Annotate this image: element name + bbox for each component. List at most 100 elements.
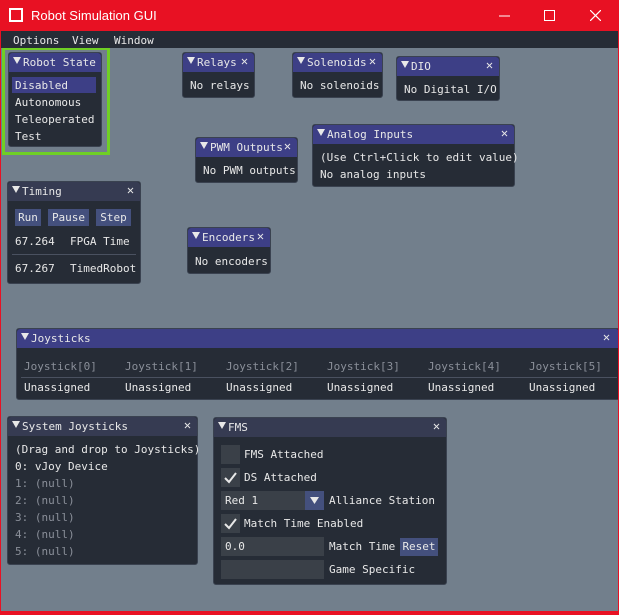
- close-icon[interactable]: ✕: [498, 126, 511, 141]
- relays-panel: Relays ✕ No relays: [182, 52, 255, 98]
- system-joystick-2[interactable]: 2: (null): [15, 494, 75, 507]
- encoders-header[interactable]: Encoders ✕: [188, 228, 270, 247]
- close-icon[interactable]: ✕: [124, 183, 137, 198]
- system-joystick-5[interactable]: 5: (null): [15, 545, 75, 558]
- menu-options[interactable]: Options: [13, 34, 59, 47]
- menu-view[interactable]: View: [72, 34, 99, 47]
- dropdown-button[interactable]: [305, 491, 324, 510]
- collapse-arrow-icon[interactable]: [12, 186, 20, 193]
- panel-title: PWM Outputs: [210, 141, 283, 154]
- game-specific-input[interactable]: [221, 560, 324, 579]
- joysticks-header[interactable]: Joysticks ✕: [17, 329, 618, 348]
- collapse-arrow-icon[interactable]: [21, 333, 29, 340]
- solenoids-header[interactable]: Solenoids ✕: [293, 53, 382, 72]
- joystick-2-value[interactable]: Unassigned: [226, 381, 292, 394]
- timedrobot-label: TimedRobot: [70, 262, 137, 275]
- joystick-5-header: Joystick[5]: [529, 360, 602, 373]
- robot-state-disabled[interactable]: Disabled: [15, 79, 68, 92]
- panel-title: FMS: [228, 421, 248, 434]
- joystick-0-value[interactable]: Unassigned: [24, 381, 90, 394]
- match-time-input[interactable]: 0.0: [221, 537, 324, 556]
- fms-attached-checkbox[interactable]: [221, 445, 240, 464]
- collapse-arrow-icon[interactable]: [401, 61, 409, 68]
- analog-inputs-panel: Analog Inputs ✕ (Use Ctrl+Click to edit …: [312, 124, 519, 187]
- joystick-5-value[interactable]: Unassigned: [529, 381, 595, 394]
- timing-header[interactable]: Timing ✕: [8, 182, 140, 201]
- fpga-time-value: 67.264: [15, 235, 55, 248]
- system-joysticks-panel: System Joysticks ✕ (Drag and drop to Joy…: [7, 416, 201, 565]
- robot-state-test[interactable]: Test: [15, 130, 42, 143]
- title-bar[interactable]: Robot Simulation GUI: [0, 0, 619, 31]
- collapse-arrow-icon[interactable]: [317, 129, 325, 136]
- window-title: Robot Simulation GUI: [31, 8, 157, 23]
- close-icon[interactable]: ✕: [483, 58, 496, 73]
- app-icon: [9, 8, 23, 22]
- workspace: Robot State Disabled Autonomous Teleoper…: [1, 48, 618, 611]
- system-joysticks-hint: (Drag and drop to Joysticks): [15, 443, 201, 456]
- divider: [21, 377, 617, 378]
- maximize-icon[interactable]: [526, 0, 572, 31]
- collapse-arrow-icon[interactable]: [187, 57, 195, 64]
- relays-header[interactable]: Relays ✕: [183, 53, 254, 72]
- robot-state-autonomous[interactable]: Autonomous: [15, 96, 81, 109]
- minimize-icon[interactable]: [481, 0, 527, 31]
- alliance-station-label: Alliance Station: [329, 494, 435, 507]
- collapse-arrow-icon[interactable]: [13, 57, 21, 64]
- fms-header[interactable]: FMS ✕: [214, 418, 446, 437]
- analog-inputs-header[interactable]: Analog Inputs ✕: [313, 125, 514, 144]
- system-joysticks-header[interactable]: System Joysticks ✕: [8, 417, 197, 436]
- analog-hint-text: (Use Ctrl+Click to edit value): [320, 151, 519, 164]
- window-border-bottom: [0, 611, 619, 615]
- close-icon[interactable]: ✕: [366, 54, 379, 69]
- close-icon[interactable]: ✕: [281, 139, 294, 154]
- match-time-enabled-checkbox[interactable]: [221, 514, 240, 533]
- collapse-arrow-icon[interactable]: [297, 57, 305, 64]
- robot-state-panel: Robot State Disabled Autonomous Teleoper…: [8, 52, 102, 147]
- close-icon[interactable]: ✕: [238, 54, 251, 69]
- dio-header[interactable]: DIO ✕: [397, 57, 499, 76]
- dio-empty-text: No Digital I/O: [404, 83, 497, 96]
- ds-attached-checkbox[interactable]: [221, 468, 240, 487]
- pwm-outputs-header[interactable]: PWM Outputs ✕: [196, 138, 297, 157]
- pwm-empty-text: No PWM outputs: [203, 164, 296, 177]
- step-button[interactable]: Step: [96, 209, 131, 226]
- collapse-arrow-icon[interactable]: [200, 142, 208, 149]
- close-icon[interactable]: [572, 0, 618, 31]
- alliance-station-select[interactable]: Red 1: [221, 491, 324, 510]
- menu-bar: Options View Window: [1, 31, 618, 48]
- dio-panel: DIO ✕ No Digital I/O: [396, 56, 500, 101]
- system-joystick-0[interactable]: 0: vJoy Device: [15, 460, 108, 473]
- close-icon[interactable]: ✕: [600, 330, 613, 345]
- robot-state-header[interactable]: Robot State: [9, 53, 101, 72]
- system-joystick-4[interactable]: 4: (null): [15, 528, 75, 541]
- joystick-3-header: Joystick[3]: [327, 360, 400, 373]
- collapse-arrow-icon[interactable]: [192, 232, 200, 239]
- panel-title: Joysticks: [31, 332, 91, 345]
- panel-title: Timing: [22, 185, 62, 198]
- system-joystick-3[interactable]: 3: (null): [15, 511, 75, 524]
- close-icon[interactable]: ✕: [181, 418, 194, 433]
- timedrobot-value: 67.267: [15, 262, 55, 275]
- joystick-4-header: Joystick[4]: [428, 360, 501, 373]
- panel-title: Robot State: [23, 56, 96, 69]
- menu-window[interactable]: Window: [114, 34, 154, 47]
- close-icon[interactable]: ✕: [254, 229, 267, 244]
- joystick-4-value[interactable]: Unassigned: [428, 381, 494, 394]
- reset-button[interactable]: Reset: [400, 538, 438, 556]
- solenoids-panel: Solenoids ✕ No solenoids: [292, 52, 383, 98]
- robot-state-teleoperated[interactable]: Teleoperated: [15, 113, 94, 126]
- match-time-label: Match Time: [329, 540, 396, 553]
- system-joystick-1[interactable]: 1: (null): [15, 477, 75, 490]
- joystick-1-value[interactable]: Unassigned: [125, 381, 191, 394]
- close-icon[interactable]: ✕: [430, 419, 443, 434]
- pwm-outputs-panel: PWM Outputs ✕ No PWM outputs: [195, 137, 298, 183]
- panel-title: Relays: [197, 56, 237, 69]
- collapse-arrow-icon[interactable]: [12, 421, 20, 428]
- encoders-empty-text: No encoders: [195, 255, 268, 268]
- relays-empty-text: No relays: [190, 79, 250, 92]
- pause-button[interactable]: Pause: [48, 209, 89, 226]
- collapse-arrow-icon[interactable]: [218, 422, 226, 429]
- panel-title: Solenoids: [307, 56, 367, 69]
- joystick-3-value[interactable]: Unassigned: [327, 381, 393, 394]
- run-button[interactable]: Run: [15, 209, 41, 226]
